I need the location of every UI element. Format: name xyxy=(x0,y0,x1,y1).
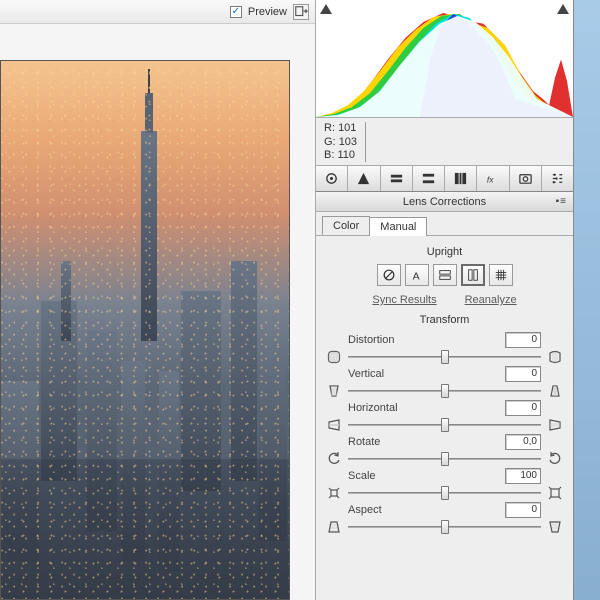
distortion-label: Distortion xyxy=(348,334,501,346)
aspect-slider-row: Aspect 0 xyxy=(324,502,565,536)
horizontal-min-icon[interactable] xyxy=(324,417,344,433)
upright-level-button[interactable] xyxy=(433,264,457,286)
scale-max-icon[interactable] xyxy=(545,485,565,501)
reanalyze-link[interactable]: Reanalyze xyxy=(465,294,517,306)
r-label: R: xyxy=(324,122,335,134)
tab-effects[interactable] xyxy=(510,166,542,191)
rotate-slider-row: Rotate 0,0 xyxy=(324,434,565,468)
aspect-slider[interactable] xyxy=(348,518,541,536)
distortion-value[interactable]: 0 xyxy=(505,332,541,348)
tab-tone-curve[interactable] xyxy=(348,166,380,191)
horizontal-max-icon[interactable] xyxy=(545,417,565,433)
scale-slider[interactable] xyxy=(348,484,541,502)
horizontal-slider-row: Horizontal 0 xyxy=(324,400,565,434)
preview-label: Preview xyxy=(248,6,287,18)
vertical-slider[interactable] xyxy=(348,382,541,400)
section-header: Lens Corrections ▪≡ xyxy=(316,192,573,212)
vertical-slider-row: Vertical 0 xyxy=(324,366,565,400)
scale-value[interactable]: 100 xyxy=(505,468,541,484)
transform-heading: Transform xyxy=(324,314,565,326)
upright-buttons: A xyxy=(324,264,565,286)
g-label: G: xyxy=(324,136,336,148)
vertical-value[interactable]: 0 xyxy=(505,366,541,382)
preview-image xyxy=(0,60,290,600)
tab-detail[interactable] xyxy=(381,166,413,191)
rotate-slider[interactable] xyxy=(348,450,541,468)
preview-toolbar: ✓ Preview xyxy=(0,0,315,24)
fullscreen-icon[interactable] xyxy=(293,4,309,20)
panel-tabstrip: fx xyxy=(316,166,573,192)
aspect-label: Aspect xyxy=(348,504,501,516)
subtab-manual[interactable]: Manual xyxy=(369,217,427,236)
horizontal-label: Horizontal xyxy=(348,402,501,414)
lens-manual-pane: Upright A Sync Results Reanalyze Transfo… xyxy=(316,236,573,600)
scale-slider-row: Scale 100 xyxy=(324,468,565,502)
desktop-background xyxy=(574,0,600,600)
scale-min-icon[interactable] xyxy=(324,485,344,501)
scale-label: Scale xyxy=(348,470,501,482)
upright-vertical-button[interactable] xyxy=(461,264,485,286)
horizontal-slider[interactable] xyxy=(348,416,541,434)
upright-heading: Upright xyxy=(324,246,565,258)
section-title: Lens Corrections xyxy=(403,196,486,208)
upright-off-button[interactable] xyxy=(377,264,401,286)
rgb-readout: R: 101 G: 103 B: 110 xyxy=(316,118,573,166)
shadow-clip-icon[interactable] xyxy=(319,3,333,15)
tab-basic[interactable] xyxy=(316,166,348,191)
preview-checkbox[interactable]: ✓ xyxy=(230,6,242,18)
distortion-slider-row: Distortion 0 xyxy=(324,332,565,366)
distortion-max-icon[interactable] xyxy=(545,349,565,365)
divider xyxy=(365,122,366,162)
vertical-max-icon[interactable] xyxy=(545,383,565,399)
upright-auto-button[interactable]: A xyxy=(405,264,429,286)
adjust-panel: R: 101 G: 103 B: 110 fx Lens Corrections… xyxy=(316,0,574,600)
rotate-value[interactable]: 0,0 xyxy=(505,434,541,450)
preview-panel: ✓ Preview xyxy=(0,0,316,600)
distortion-slider[interactable] xyxy=(348,348,541,366)
preview-image-region[interactable] xyxy=(0,24,315,600)
tab-lens[interactable]: fx xyxy=(477,166,509,191)
highlight-clip-icon[interactable] xyxy=(556,3,570,15)
horizontal-value[interactable]: 0 xyxy=(505,400,541,416)
upright-links: Sync Results Reanalyze xyxy=(324,294,565,306)
r-value: 101 xyxy=(338,122,356,134)
subtab-color[interactable]: Color xyxy=(322,216,370,235)
rotate-label: Rotate xyxy=(348,436,501,448)
section-menu-icon[interactable]: ▪≡ xyxy=(556,196,567,207)
tab-split-tone[interactable] xyxy=(445,166,477,191)
b-value: 110 xyxy=(337,149,355,161)
vertical-min-icon[interactable] xyxy=(324,383,344,399)
tab-hsl[interactable] xyxy=(413,166,445,191)
rotate-min-icon[interactable] xyxy=(324,451,344,467)
b-label: B: xyxy=(324,149,334,161)
upright-full-button[interactable] xyxy=(489,264,513,286)
svg-text:A: A xyxy=(412,270,419,282)
rotate-max-icon[interactable] xyxy=(545,451,565,467)
tab-camera[interactable] xyxy=(542,166,573,191)
aspect-max-icon[interactable] xyxy=(545,519,565,535)
lens-subtabs: Color Manual xyxy=(316,212,573,236)
distortion-min-icon[interactable] xyxy=(324,349,344,365)
svg-text:fx: fx xyxy=(487,174,494,184)
histogram[interactable] xyxy=(316,0,573,118)
sync-results-link[interactable]: Sync Results xyxy=(372,294,436,306)
g-value: 103 xyxy=(339,136,357,148)
vertical-label: Vertical xyxy=(348,368,501,380)
aspect-min-icon[interactable] xyxy=(324,519,344,535)
aspect-value[interactable]: 0 xyxy=(505,502,541,518)
